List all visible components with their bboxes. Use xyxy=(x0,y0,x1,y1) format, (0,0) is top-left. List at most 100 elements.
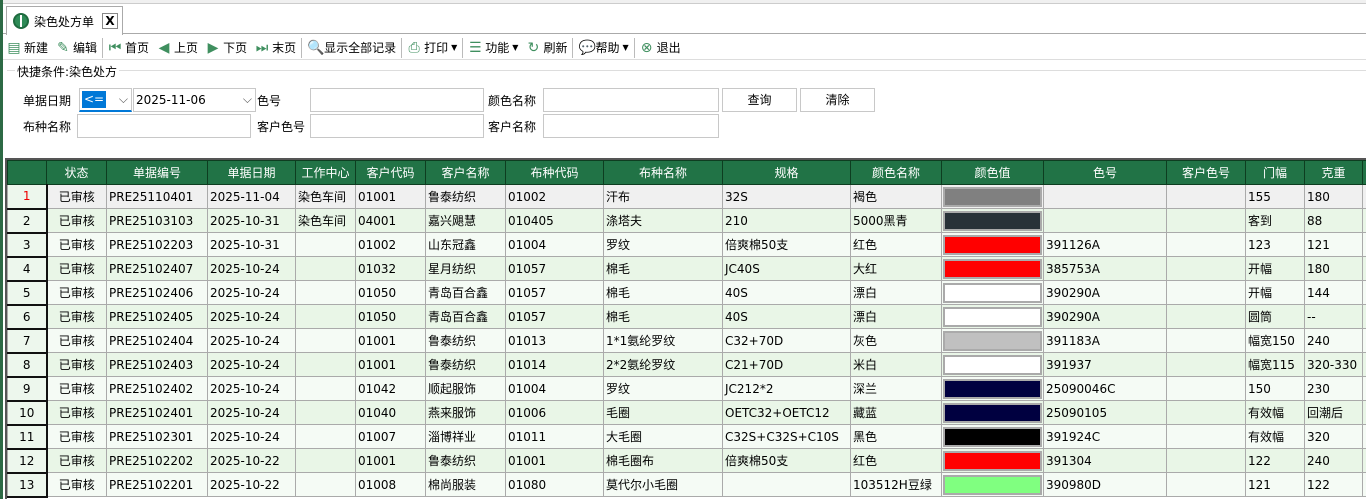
cell xyxy=(941,400,1044,425)
table-row[interactable]: 13 已审核 PRE25102201 2025-10-22 01008 棉尚服装 01080… xyxy=(7,472,1366,498)
toolbar-button-last-page[interactable]: ⏭ 末页 xyxy=(251,37,300,59)
cust-color-no-input[interactable] xyxy=(310,114,484,138)
cell xyxy=(1362,184,1366,209)
toolbar-button-help[interactable]: 💬 帮助 ▼ xyxy=(574,37,632,59)
table-row[interactable]: 8 已审核 PRE25102403 2025-10-24 01001 鲁泰纺织 01014 2… xyxy=(7,352,1366,378)
quick-filter-group: 快捷条件:染色处方 单据日期 <= ⌵ 2025-11-06 ⌵ 色号 颜色名称… xyxy=(7,63,1366,152)
cell: PRE25102402 xyxy=(106,376,208,401)
table-row[interactable]: 11 已审核 PRE25102301 2025-10-24 01007 淄博祥业 01011… xyxy=(7,424,1366,450)
toolbar-button-previous-page[interactable]: ◀ 上页 xyxy=(153,37,202,59)
cell xyxy=(1043,184,1167,209)
date-value: 2025-11-06 xyxy=(136,93,206,107)
cell: PRE25102404 xyxy=(106,328,208,353)
cell: 01050 xyxy=(355,280,426,305)
cell xyxy=(1166,352,1246,377)
caret-down-icon: ▼ xyxy=(451,43,458,52)
cell: 棉毛 xyxy=(603,304,723,329)
row-number: 4 xyxy=(7,256,48,282)
cell: 01057 xyxy=(505,304,604,329)
date-operator-select[interactable]: <= ⌵ xyxy=(79,88,132,112)
toolbar-button-first-page[interactable]: ⏮ 首页 xyxy=(104,37,153,59)
cell: 01004 xyxy=(505,232,604,257)
table-row[interactable]: 10 已审核 PRE25102401 2025-10-24 01040 燕来服饰 01006… xyxy=(7,400,1366,426)
cell: 391126A xyxy=(1043,232,1167,257)
cell: 32S xyxy=(722,184,851,209)
table-row[interactable]: 6 已审核 PRE25102405 2025-10-24 01050 青岛百合鑫 01057… xyxy=(7,304,1366,330)
column-header[interactable]: 门幅 xyxy=(1245,160,1305,185)
status-cell: 已审核 xyxy=(46,184,107,209)
cell xyxy=(295,280,356,305)
cell xyxy=(1362,424,1366,449)
color-name-label: 颜色名称 xyxy=(488,94,537,108)
column-header[interactable] xyxy=(1362,160,1366,185)
cell: 5000黑青 xyxy=(850,208,942,233)
date-picker[interactable]: 2025-11-06 ⌵ xyxy=(133,88,256,112)
table-row[interactable]: 12 已审核 PRE25102202 2025-10-22 01001 鲁泰纺织 01001… xyxy=(7,448,1366,474)
fabric-name-input[interactable] xyxy=(77,114,251,138)
column-header[interactable]: 颜色名称 xyxy=(850,160,942,185)
query-button[interactable]: 查询 xyxy=(722,88,797,112)
toolbar-button-refresh[interactable]: ↻ 刷新 xyxy=(522,37,571,59)
cell: 40S xyxy=(722,280,851,305)
cell: 2025-10-24 xyxy=(207,328,296,353)
table-row[interactable]: 4 已审核 PRE25102407 2025-10-24 01032 星月纺织 01057 棉… xyxy=(7,256,1366,282)
column-header[interactable]: 客户名称 xyxy=(425,160,506,185)
clear-button[interactable]: 清除 xyxy=(800,88,875,112)
table-row[interactable]: 1 已审核 PRE25110401 2025-11-04 染色车间 01001 鲁泰纺织 01… xyxy=(7,184,1366,210)
column-header[interactable]: 单据日期 xyxy=(207,160,296,185)
column-header[interactable]: 布种代码 xyxy=(505,160,604,185)
column-header[interactable] xyxy=(7,160,47,185)
column-header[interactable]: 色号 xyxy=(1043,160,1167,185)
column-header[interactable]: 工作中心 xyxy=(295,160,356,185)
cust-name-input[interactable] xyxy=(543,114,719,138)
toolbar-button-printer[interactable]: ⎙ 打印 ▼ xyxy=(403,37,461,59)
cell xyxy=(295,304,356,329)
column-header[interactable]: 客户色号 xyxy=(1166,160,1246,185)
table-row[interactable]: 2 已审核 PRE25103103 2025-10-31 染色车间 04001 嘉兴飓慧 01… xyxy=(7,208,1366,234)
table-row[interactable]: 9 已审核 PRE25102402 2025-10-24 01042 顺起服饰 01004 罗… xyxy=(7,376,1366,402)
column-header[interactable]: 客户代码 xyxy=(355,160,426,185)
table-row[interactable]: 5 已审核 PRE25102406 2025-10-24 01050 青岛百合鑫 01057… xyxy=(7,280,1366,306)
color-no-input[interactable] xyxy=(310,88,484,112)
cell: 淄博祥业 xyxy=(425,424,506,449)
close-tab-button[interactable]: X xyxy=(102,13,119,29)
first-page-icon: ⏮ xyxy=(108,39,122,56)
cell: 燕来服饰 xyxy=(425,400,506,425)
toolbar-button-exit[interactable]: ⊗ 退出 xyxy=(636,37,685,59)
column-header[interactable]: 克重 xyxy=(1304,160,1363,185)
toolbar-button-label: 打印 xyxy=(424,41,449,55)
toolbar-button-search-document[interactable]: 🔍 显示全部记录 xyxy=(303,37,400,59)
column-header[interactable]: 规格 xyxy=(722,160,851,185)
cell: 01008 xyxy=(355,472,426,497)
toolbar-button-document[interactable]: ▤ 新建 xyxy=(3,37,52,59)
row-number: 2 xyxy=(7,208,48,234)
column-header[interactable]: 状态 xyxy=(46,160,107,185)
toolbar-button-label: 帮助 xyxy=(595,41,620,55)
color-swatch xyxy=(943,354,1042,375)
toolbar-button-next-page[interactable]: ▶ 下页 xyxy=(202,37,251,59)
column-header[interactable]: 单据编号 xyxy=(106,160,208,185)
color-swatch xyxy=(943,474,1042,495)
cell: -- xyxy=(1304,304,1363,329)
color-name-input[interactable] xyxy=(543,88,719,112)
column-header[interactable]: 颜色值 xyxy=(941,160,1044,185)
cell: 2025-10-22 xyxy=(207,448,296,473)
tab-dye-formula[interactable]: 染色处方单 X xyxy=(6,6,123,35)
cell: JC212*2 xyxy=(722,376,851,401)
toolbar-button-list[interactable]: ☰ 功能 ▼ xyxy=(464,37,522,59)
cell xyxy=(1362,400,1366,425)
cell: 103512H豆绿 xyxy=(850,472,942,497)
date-operator-value: <= xyxy=(82,91,107,108)
status-cell: 已审核 xyxy=(46,304,107,329)
table-row[interactable]: 7 已审核 PRE25102404 2025-10-24 01001 鲁泰纺织 01013 1… xyxy=(7,328,1366,354)
cell: 391304 xyxy=(1043,448,1167,473)
table-row[interactable]: 3 已审核 PRE25102203 2025-10-31 01002 山东冠鑫 01004 罗… xyxy=(7,232,1366,258)
toolbar-button-edit[interactable]: ✎ 编辑 xyxy=(52,37,101,59)
cell: 漂白 xyxy=(850,280,942,305)
cell: 红色 xyxy=(850,232,942,257)
cell: 01013 xyxy=(505,328,604,353)
column-header[interactable]: 布种名称 xyxy=(603,160,723,185)
cell: 121 xyxy=(1304,232,1363,257)
cell: 1*1氨纶罗纹 xyxy=(603,328,723,353)
data-grid: 状态 单据编号 单据日期 工作中心 客户代码 客户名称 布种代码 布种名称 规格 颜色名称 颜色值色… xyxy=(5,158,1366,499)
